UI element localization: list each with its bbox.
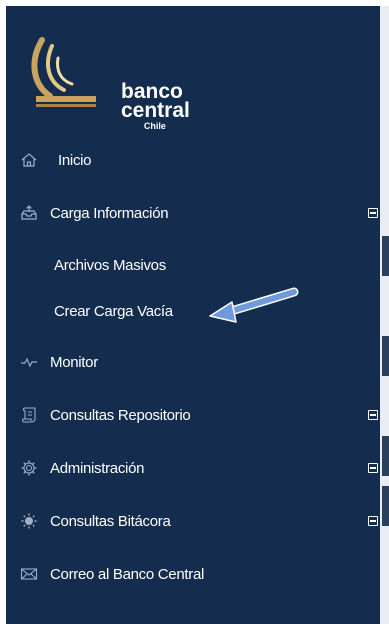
menu-item-carga-informacion[interactable]: Carga Información (6, 193, 380, 233)
gear-icon (20, 459, 38, 477)
pulse-icon (20, 353, 38, 371)
logo-line-central: central (121, 99, 190, 122)
menu-label-correo: Correo al Banco Central (50, 565, 205, 583)
expand-icon[interactable] (368, 410, 378, 420)
menu-item-consultas-repositorio[interactable]: Consultas Repositorio (6, 395, 380, 435)
submenu-label-crear-carga-vacia: Crear Carga Vacía (54, 302, 173, 320)
menu-item-monitor[interactable]: Monitor (6, 342, 380, 382)
sidebar-nav: banco central Chile Inicio Carga Informa… (6, 6, 380, 624)
menu-item-inicio[interactable]: Inicio (6, 140, 380, 180)
app-frame: banco central Chile Inicio Carga Informa… (0, 0, 389, 624)
home-icon (20, 151, 38, 169)
menu-label-carga-informacion: Carga Información (50, 204, 169, 222)
menu-label-consultas-bitacora: Consultas Bitácora (50, 512, 171, 530)
scroll-icon (20, 406, 38, 424)
menu-label-monitor: Monitor (50, 353, 98, 371)
envelope-icon (20, 565, 38, 583)
menu-item-correo-banco-central[interactable]: Correo al Banco Central (6, 554, 380, 594)
menu-item-consultas-bitacora[interactable]: Consultas Bitácora (6, 501, 380, 541)
inbox-upload-icon (20, 204, 38, 222)
logo-mark-icon (31, 37, 96, 107)
annotation-arrow-icon (209, 287, 299, 323)
menu-label-administracion: Administración (50, 459, 145, 477)
menu-item-administracion[interactable]: Administración (6, 448, 380, 488)
content-edge (380, 6, 389, 624)
collapse-icon[interactable] (368, 208, 378, 218)
submenu-item-archivos-masivos[interactable]: Archivos Masivos (54, 248, 166, 282)
submenu-label-archivos-masivos: Archivos Masivos (54, 256, 166, 274)
banco-central-logo[interactable]: banco central Chile (28, 32, 198, 131)
expand-icon[interactable] (368, 516, 378, 526)
logo-line-chile: Chile (143, 121, 166, 131)
expand-icon[interactable] (368, 463, 378, 473)
menu-label-inicio: Inicio (58, 151, 92, 169)
sun-gear-icon (20, 512, 38, 530)
submenu-item-crear-carga-vacia[interactable]: Crear Carga Vacía (54, 294, 173, 328)
logo-wordmark: banco central Chile (121, 81, 190, 131)
menu-label-consultas-repositorio: Consultas Repositorio (50, 406, 191, 424)
